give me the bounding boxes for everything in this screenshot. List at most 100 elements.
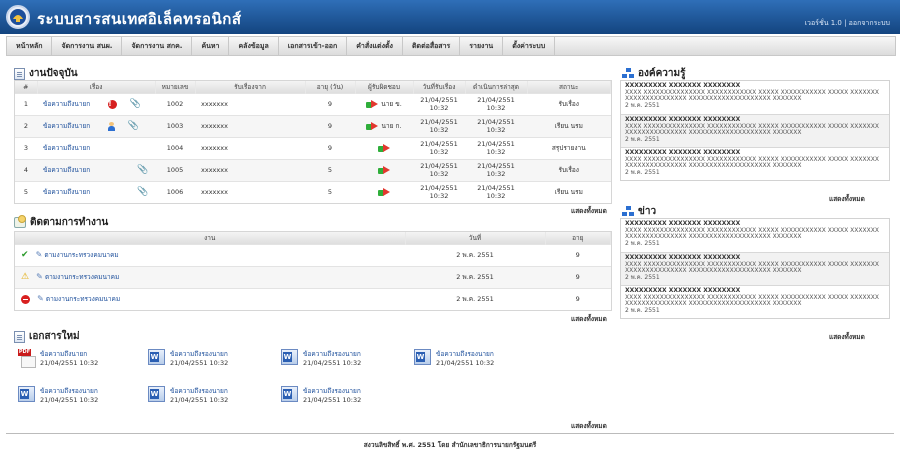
table-row[interactable]: 2 ข้อความถึงนายก 📎 1003 xxxxxxx 9 นาย ก.…: [15, 114, 611, 137]
doc-item[interactable]: ข้อความถึงรองนายก21/04/2551 10:32: [281, 349, 361, 367]
row-subject-cell: ข้อความถึงนายก 📎: [37, 114, 155, 137]
doc-date: 21/04/2551 10:32: [303, 396, 362, 404]
row-age: 9: [305, 92, 355, 115]
row-subject-link[interactable]: ข้อความถึงนายก: [43, 188, 90, 196]
doc-item[interactable]: ข้อความถึงรองนายก21/04/2551 10:32: [148, 386, 228, 404]
nav-settings[interactable]: ตั้งค่าระบบ: [503, 37, 556, 55]
row-status: รับเรื่อง: [527, 158, 611, 181]
doc-date: 21/04/2551 10:32: [40, 396, 99, 404]
nav-documents-in-out[interactable]: เอกสารเข้า-ออก: [279, 37, 348, 55]
warning-icon: ⚠: [21, 272, 30, 282]
attachment-icon[interactable]: 📎: [137, 165, 148, 175]
row-last-date: 21/04/2551: [477, 118, 515, 126]
table-row[interactable]: 1 ข้อความถึงนายก ! 📎 1002 xxxxxxx 9 นาย …: [15, 92, 611, 115]
row-received-date: 21/04/2551: [420, 140, 458, 148]
doc-title[interactable]: ข้อความถึงรองนายก: [303, 350, 361, 358]
row-received-date: 21/04/2551: [420, 118, 458, 126]
doc-date: 21/04/2551 10:32: [303, 359, 362, 367]
knowledge-show-all[interactable]: แสดงทั้งหมด: [829, 194, 865, 204]
task-link[interactable]: ตามงานกระทรวงคมนาคม: [44, 251, 118, 259]
row-age: 9: [305, 136, 355, 159]
row-age: 9: [305, 114, 355, 137]
task-age: 9: [545, 265, 611, 288]
task-link[interactable]: ตามงานกระทรวงคมนาคม: [46, 295, 120, 303]
doc-item[interactable]: ข้อความถึงรองนายก21/04/2551 10:32: [414, 349, 494, 367]
logout-link[interactable]: ออกจากระบบ: [849, 19, 890, 27]
doc-item[interactable]: ข้อความถึงรองนายก21/04/2551 10:32: [281, 386, 361, 404]
nav-manage-skk[interactable]: จัดการงาน สกค.: [122, 37, 193, 55]
row-subject-link[interactable]: ข้อความถึงนายก: [43, 122, 90, 130]
row-owner-cell: [355, 180, 413, 203]
list-item[interactable]: XXXXXXXXX XXXXXXX XXXXXXXX XXXX XXXXXXXX…: [621, 219, 889, 252]
list-item[interactable]: XXXXXXXXX XXXXXXX XXXXXXXX XXXX XXXXXXXX…: [621, 285, 889, 318]
table-row[interactable]: ✎ ตามงานกระทรวงคมนาคม 2 พ.ค. 2551 9: [15, 287, 611, 310]
document-icon: [14, 330, 25, 343]
table-row[interactable]: 4 ข้อความถึงนายก 📎 1005 xxxxxxx 5 21/04/…: [15, 158, 611, 181]
row-last-date: 21/04/2551: [477, 184, 515, 193]
row-received-time: 10:32: [429, 104, 449, 112]
nav-appointments[interactable]: คำสั่งแต่งตั้ง: [347, 37, 403, 55]
task-link[interactable]: ตามงานกระทรวงคมนาคม: [45, 273, 119, 281]
nav-manage-snp[interactable]: จัดการงาน สนผ.: [52, 37, 123, 55]
table-row[interactable]: ✔ ✎ ตามงานกระทรวงคมนาคม 2 พ.ค. 2551 9: [15, 243, 611, 266]
list-item[interactable]: XXXXXXXXX XXXXXXX XXXXXXXX XXXX XXXXXXXX…: [621, 147, 889, 180]
current-work-show-all[interactable]: แสดงทั้งหมด: [571, 206, 607, 216]
nav-repository[interactable]: คลังข้อมูล: [229, 37, 279, 55]
footer-copyright: สงวนลิขสิทธิ์ พ.ศ. 2551 โดย สำนักเลขาธิก…: [363, 441, 537, 449]
doc-title[interactable]: ข้อความถึงรองนายก: [40, 387, 98, 395]
doc-date: 21/04/2551 10:32: [40, 359, 99, 367]
doc-date: 21/04/2551 10:32: [436, 359, 495, 367]
current-work-table: # เรื่อง หมายเลข รับเรื่องจาก อายุ (วัน)…: [14, 80, 612, 204]
item-body: XXXX XXXXXXXXXXXXXXX XXXXXXXXXXXX XXXXX …: [625, 226, 879, 240]
list-item[interactable]: XXXXXXXXX XXXXXXX XXXXXXXX XXXX XXXXXXXX…: [621, 252, 889, 285]
nav-search[interactable]: ค้นหา: [192, 37, 230, 55]
new-docs-show-all[interactable]: แสดงทั้งหมด: [571, 421, 607, 431]
nav-reports[interactable]: รายงาน: [460, 37, 504, 55]
version-bar: เวอร์ชั่น 1.0 | ออกจากระบบ: [805, 18, 890, 29]
nav-communication[interactable]: ติดต่อสื่อสาร: [403, 37, 461, 55]
doc-title[interactable]: ข้อความถึงรองนายก: [170, 350, 228, 358]
col-id: หมายเลข: [155, 81, 196, 93]
table-row[interactable]: ⚠ ✎ ตามงานกระทรวงคมนาคม 2 พ.ค. 2551 9: [15, 265, 611, 288]
list-item[interactable]: XXXXXXXXX XXXXXXX XXXXXXXX XXXX XXXXXXXX…: [621, 81, 889, 114]
row-subject-link[interactable]: ข้อความถึงนายก: [43, 144, 90, 152]
row-owner-cell: [355, 136, 413, 159]
clock-mail-icon: [14, 215, 26, 228]
row-num: 4: [15, 158, 37, 181]
item-date: 2 พ.ค. 2551: [625, 306, 660, 314]
row-received-time: 10:32: [429, 192, 449, 201]
nav-home[interactable]: หน้าหลัก: [7, 37, 53, 55]
attachment-icon[interactable]: 📎: [130, 99, 141, 109]
followup-show-all[interactable]: แสดงทั้งหมด: [571, 314, 607, 324]
doc-item[interactable]: ข้อความถึงรองนายก21/04/2551 10:32: [18, 386, 98, 404]
col-received: วันที่รับเรื่อง: [413, 81, 466, 93]
row-num: 3: [15, 136, 37, 159]
attachment-icon[interactable]: 📎: [128, 121, 139, 131]
news-show-all[interactable]: แสดงทั้งหมด: [829, 332, 865, 342]
item-body: XXXX XXXXXXXXXXXXXXX XXXXXXXXXXXX XXXXX …: [625, 88, 879, 102]
table-row[interactable]: 5 ข้อความถึงนายก 📎 1006 xxxxxxx 5 21/04/…: [15, 180, 611, 203]
news-list: XXXXXXXXX XXXXXXX XXXXXXXX XXXX XXXXXXXX…: [620, 218, 890, 319]
list-item[interactable]: XXXXXXXXX XXXXXXX XXXXXXXX XXXX XXXXXXXX…: [621, 114, 889, 147]
col-last-action: ดำเนินการล่าสุด: [465, 81, 528, 93]
doc-item[interactable]: ข้อความถึงนายก21/04/2551 10:32: [18, 349, 99, 368]
followup-title-text: ติดตามการทำงาน: [30, 217, 109, 228]
doc-item[interactable]: ข้อความถึงรองนายก21/04/2551 10:32: [148, 349, 228, 367]
attachment-icon[interactable]: 📎: [137, 187, 148, 197]
row-owner-cell: นาย ก.: [355, 114, 413, 137]
task-cell: ✎ ตามงานกระทรวงคมนาคม: [15, 287, 405, 310]
col-status: สถานะ: [527, 81, 611, 93]
row-received-date: 21/04/2551: [420, 96, 458, 104]
col-date: วันที่: [405, 232, 546, 244]
doc-title[interactable]: ข้อความถึงรองนายก: [303, 387, 361, 395]
doc-title[interactable]: ข้อความถึงนายก: [40, 350, 87, 358]
doc-title[interactable]: ข้อความถึงรองนายก: [436, 350, 494, 358]
stop-icon: [21, 294, 30, 304]
doc-title[interactable]: ข้อความถึงรองนายก: [170, 387, 228, 395]
row-subject-link[interactable]: ข้อความถึงนายก: [43, 166, 90, 174]
doc-date: 21/04/2551 10:32: [170, 359, 229, 367]
current-work-title: งานปัจจุบัน: [14, 66, 78, 81]
table-row[interactable]: 3 ข้อความถึงนายก 1004 xxxxxxx 9 21/04/25…: [15, 136, 611, 159]
forward-icon: [377, 165, 391, 175]
row-subject-link[interactable]: ข้อความถึงนายก: [43, 100, 90, 108]
